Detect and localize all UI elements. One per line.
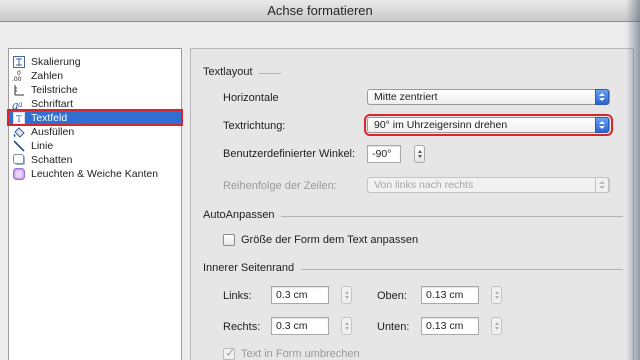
sidebar-item-schriftart[interactable]: aa Schriftart: [12, 97, 180, 110]
section-title-textlayout: Textlayout: [203, 66, 253, 78]
sidebar-item-label: Skalierung: [31, 55, 81, 68]
margin-top-stepper[interactable]: [491, 286, 502, 304]
shadow-icon: [12, 153, 26, 166]
format-axis-dialog: Achse formatieren Skalierung 0.00 Zahlen…: [0, 0, 640, 360]
font-icon: aa: [12, 98, 26, 110]
margin-left-label: Links:: [223, 290, 252, 302]
section-divider: [301, 269, 623, 270]
line-icon: [12, 139, 26, 152]
horizontal-alignment-value: Mitte zentriert: [374, 91, 438, 103]
resize-shape-label: Größe der Form dem Text anpassen: [241, 234, 419, 246]
custom-angle-stepper[interactable]: [414, 145, 425, 163]
margin-right-field[interactable]: 0.3 cm: [271, 317, 329, 335]
sidebar-item-schatten[interactable]: Schatten: [12, 153, 180, 166]
margin-right-stepper[interactable]: [341, 317, 352, 335]
margin-left-field[interactable]: 0.3 cm: [271, 286, 329, 304]
number-format-icon: 0.00: [12, 70, 26, 82]
text-direction-value: 90° im Uhrzeigersinn drehen: [374, 119, 508, 131]
sidebar-item-linie[interactable]: Linie: [12, 139, 180, 152]
section-divider: [259, 73, 281, 74]
checkmark-icon: ✓: [225, 345, 236, 360]
category-list: Skalierung 0.00 Zahlen Teilstriche aa Sc…: [7, 48, 183, 360]
sidebar-item-label: Linie: [31, 139, 54, 152]
tick-marks-icon: [12, 84, 26, 96]
custom-angle-field[interactable]: -90°: [367, 145, 401, 163]
svg-text:a: a: [18, 100, 23, 109]
scaling-icon: [12, 55, 26, 68]
row-order-value: Von links nach rechts: [374, 179, 474, 191]
text-direction-select[interactable]: 90° im Uhrzeigersinn drehen: [364, 114, 613, 136]
fill-bucket-icon: [12, 126, 26, 138]
margin-bottom-label: Unten:: [377, 321, 410, 333]
margin-top-field[interactable]: 0.13 cm: [421, 286, 479, 304]
resize-shape-checkbox[interactable]: [223, 234, 235, 246]
textbox-icon: T: [12, 111, 26, 124]
sidebar-item-ausfuellen[interactable]: Ausfüllen: [12, 125, 180, 138]
sidebar-item-label: Zahlen: [31, 69, 64, 82]
sidebar-item-label: Ausfüllen: [31, 125, 75, 138]
margin-left-stepper[interactable]: [341, 286, 352, 304]
text-direction-label: Textrichtung:: [223, 120, 286, 132]
select-arrows-icon: [595, 117, 609, 133]
sidebar-item-leuchten[interactable]: Leuchten & Weiche Kanten: [12, 167, 180, 180]
textbox-settings-panel: Textlayout Horizontale Mitte zentriert T…: [190, 48, 634, 360]
sidebar-item-skalierung[interactable]: Skalierung: [12, 55, 180, 68]
margin-top-label: Oben:: [377, 290, 407, 302]
row-order-label: Reihenfolge der Zeilen:: [223, 180, 337, 192]
select-arrows-icon: [595, 177, 609, 193]
svg-text:T: T: [16, 115, 22, 124]
section-title-inner-margin: Innerer Seitenrand: [203, 262, 295, 274]
select-arrows-icon: [595, 89, 609, 105]
sidebar-item-textfeld[interactable]: T Textfeld: [7, 109, 183, 126]
horizontal-alignment-select[interactable]: Mitte zentriert: [367, 89, 610, 105]
section-divider: [281, 216, 623, 217]
margin-right-label: Rechts:: [223, 321, 261, 333]
custom-angle-label: Benutzerdefinierter Winkel:: [223, 148, 356, 160]
wrap-text-checkbox[interactable]: ✓: [223, 345, 236, 360]
svg-text:.00: .00: [12, 76, 22, 82]
section-title-autofit: AutoAnpassen: [203, 209, 275, 221]
wrap-text-label: Text in Form umbrechen: [241, 348, 360, 360]
sidebar-item-label: Leuchten & Weiche Kanten: [31, 167, 159, 180]
margin-bottom-stepper[interactable]: [491, 317, 502, 335]
row-order-select[interactable]: Von links nach rechts: [367, 177, 610, 193]
glow-soft-edges-icon: [12, 167, 26, 180]
sidebar-item-teilstriche[interactable]: Teilstriche: [12, 83, 180, 96]
sidebar-item-label: Schatten: [31, 153, 73, 166]
sidebar-item-zahlen[interactable]: 0.00 Zahlen: [12, 69, 180, 82]
sidebar-item-label: Textfeld: [31, 111, 68, 124]
sidebar-item-label: Teilstriche: [31, 83, 78, 96]
sidebar-item-label: Schriftart: [31, 97, 74, 110]
horizontal-label: Horizontale: [223, 92, 279, 104]
margin-bottom-field[interactable]: 0.13 cm: [421, 317, 479, 335]
window-title: Achse formatieren: [0, 0, 640, 22]
